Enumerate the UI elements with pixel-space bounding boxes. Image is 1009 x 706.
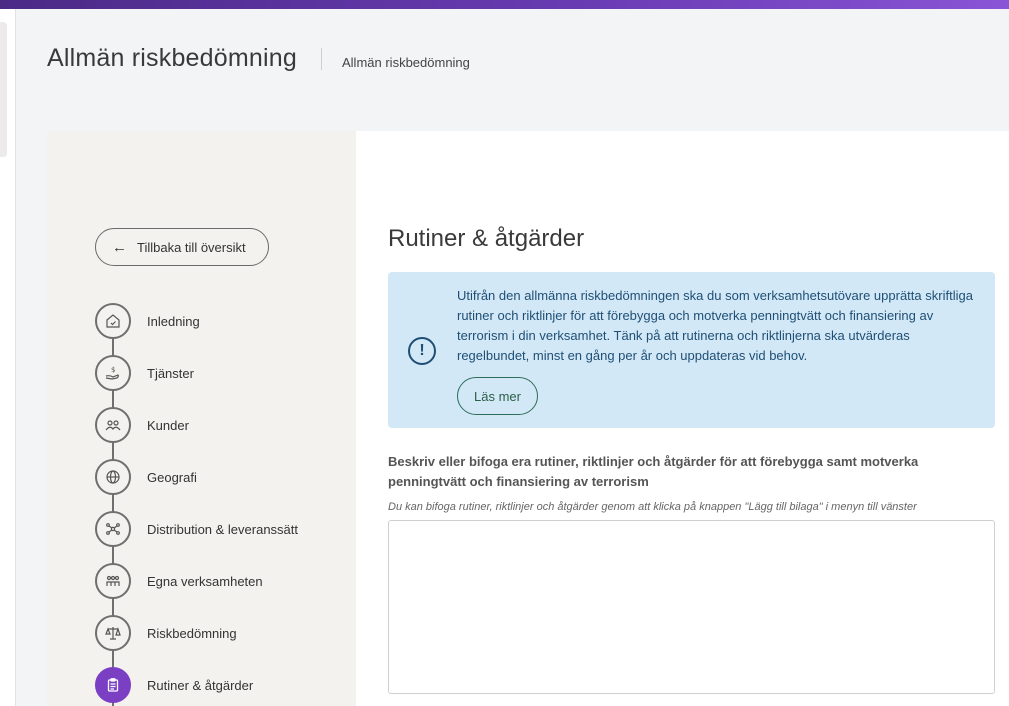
step-label: Inledning — [147, 313, 200, 329]
arrow-left-icon: ← — [112, 238, 127, 256]
step-inledning[interactable]: Inledning — [95, 303, 355, 339]
step-rutiner-atgarder[interactable]: Rutiner & åtgärder — [95, 667, 355, 703]
step-geografi[interactable]: Geografi — [95, 459, 355, 495]
step-tjanster[interactable]: $ Tjänster — [95, 355, 355, 391]
globe-icon — [95, 459, 131, 495]
step-riskbedomning[interactable]: Riskbedömning — [95, 615, 355, 651]
step-label: Riskbedömning — [147, 625, 237, 641]
field-label: Beskriv eller bifoga era rutiner, riktli… — [388, 454, 919, 489]
step-label: Tjänster — [147, 365, 194, 381]
top-accent-bar — [0, 0, 1009, 9]
step-kunder[interactable]: Kunder — [95, 407, 355, 443]
routines-textarea[interactable] — [388, 520, 995, 694]
rail-tab[interactable] — [0, 22, 7, 157]
step-label: Geografi — [147, 469, 197, 485]
step-egna-verksamheten[interactable]: Egna verksamheten — [95, 563, 355, 599]
page-title: Allmän riskbedömning — [47, 44, 297, 72]
back-to-overview-button[interactable]: ← Tillbaka till översikt — [95, 228, 269, 266]
info-box: ! Utifrån den allmänna riskbedömningen s… — [388, 272, 995, 428]
breadcrumb[interactable]: Allmän riskbedömning — [342, 55, 470, 70]
info-text: Utifrån den allmänna riskbedömningen ska… — [457, 288, 973, 363]
read-more-button[interactable]: Läs mer — [457, 377, 538, 415]
step-label: Rutiner & åtgärder — [147, 677, 254, 693]
house-check-icon — [95, 303, 131, 339]
field-hint: Du kan bifoga rutiner, riktlinjer och åt… — [388, 501, 917, 513]
svg-text:$: $ — [111, 366, 115, 374]
back-button-label: Tillbaka till översikt — [137, 239, 246, 255]
step-label: Egna verksamheten — [147, 573, 263, 589]
step-distribution[interactable]: Distribution & leveranssätt — [95, 511, 355, 547]
scales-icon — [95, 615, 131, 651]
exclamation-circle-icon: ! — [408, 337, 436, 365]
step-label: Kunder — [147, 417, 189, 433]
title-divider — [321, 48, 322, 70]
clipboard-icon — [95, 667, 131, 703]
network-icon — [95, 511, 131, 547]
step-label: Distribution & leveranssätt — [147, 521, 299, 537]
team-icon — [95, 563, 131, 599]
section-title: Rutiner & åtgärder — [388, 225, 585, 252]
people-icon — [95, 407, 131, 443]
hand-coin-icon: $ — [95, 355, 131, 391]
